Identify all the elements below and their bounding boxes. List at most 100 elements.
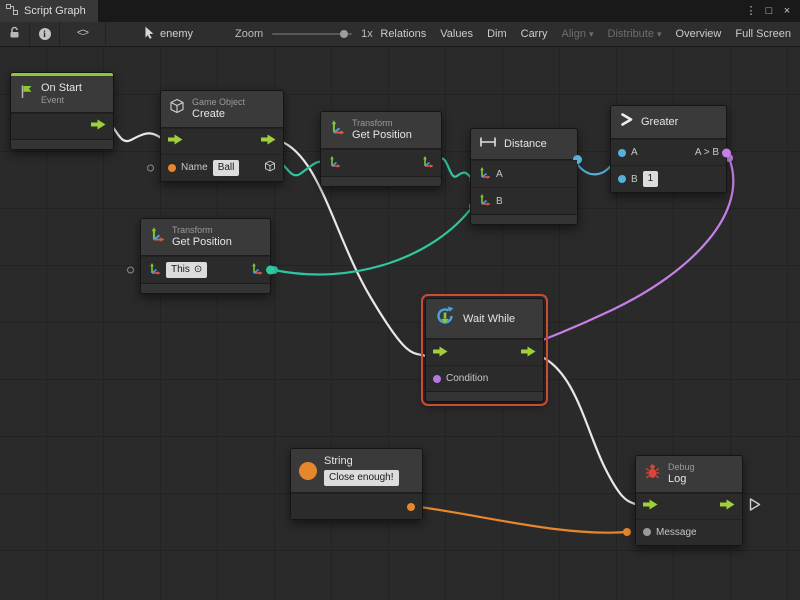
port-label: Name — [181, 162, 208, 173]
control-output-port[interactable] — [261, 134, 276, 148]
b-input-port[interactable] — [618, 175, 626, 183]
node-footer — [426, 391, 543, 401]
node-string-literal[interactable]: String Close enough! — [290, 448, 423, 520]
align-button: Align▾ — [555, 22, 601, 46]
node-header: Distance — [471, 129, 577, 160]
zoom-slider-knob[interactable] — [340, 30, 348, 38]
a-input-port[interactable] — [618, 149, 626, 157]
node-header: TransformGet Position — [321, 112, 441, 149]
graph-toolbar: i <> enemy Zoom 1x Relations Values Dim … — [0, 22, 800, 47]
node-header: On StartEvent — [11, 76, 113, 113]
vector-output-port[interactable] — [421, 155, 434, 171]
port-label: B — [496, 196, 503, 207]
string-value-field[interactable]: Close enough! — [324, 470, 399, 486]
window-title: Script Graph — [24, 5, 86, 17]
distribute-button: Distribute▾ — [601, 22, 669, 46]
wait-while-icon — [434, 305, 456, 332]
title-bar: Script Graph ⋮ □ × — [0, 0, 800, 22]
name-value-field[interactable]: Ball — [213, 160, 240, 176]
dim-button[interactable]: Dim — [480, 22, 514, 46]
node-title: Distance — [504, 138, 547, 150]
distance-icon — [479, 135, 497, 153]
carry-button[interactable]: Carry — [514, 22, 555, 46]
transform-input-port[interactable] — [328, 155, 341, 171]
node-debug-log[interactable]: DebugLog Message — [635, 455, 743, 546]
transform-icon — [329, 119, 345, 140]
node-title: Create — [192, 108, 245, 121]
node-wait-while[interactable]: Wait While Condition — [425, 298, 544, 402]
condition-input-port[interactable] — [433, 375, 441, 383]
node-footer — [141, 283, 270, 293]
graph-name: enemy — [144, 26, 193, 42]
message-input-port[interactable] — [643, 528, 651, 536]
control-input-port[interactable] — [433, 346, 448, 360]
bug-icon — [644, 463, 661, 485]
node-get-position-2[interactable]: TransformGet Position This⊙ — [140, 218, 271, 294]
zoom-slider[interactable] — [272, 33, 352, 35]
output-label: A > B — [695, 147, 719, 158]
window-menu-icon[interactable]: ⋮ — [743, 1, 759, 21]
lock-button[interactable] — [0, 22, 30, 46]
node-distance[interactable]: Distance A B — [470, 128, 578, 225]
transform-input-port[interactable] — [148, 262, 161, 278]
greater-icon — [619, 112, 634, 132]
node-title: Get Position — [352, 129, 412, 142]
control-input-port[interactable] — [168, 134, 183, 148]
node-create-game-object[interactable]: Game ObjectCreate Name Ball — [160, 90, 284, 182]
fullscreen-button[interactable]: Full Screen — [728, 22, 798, 46]
close-icon[interactable]: × — [779, 1, 795, 21]
code-preview-button[interactable]: <> — [60, 22, 106, 46]
node-subtitle: Event — [41, 95, 82, 106]
node-header: DebugLog — [636, 456, 742, 493]
target-value-field[interactable]: This⊙ — [166, 262, 207, 278]
node-header: String Close enough! — [291, 449, 422, 493]
continue-triangle-icon — [749, 498, 761, 515]
control-input-port[interactable] — [643, 499, 658, 513]
node-title: Log — [668, 473, 695, 486]
vector-input-port[interactable] — [478, 193, 491, 209]
info-icon: i — [39, 28, 51, 40]
zoom-control: Zoom 1x — [235, 28, 373, 40]
string-output-port[interactable] — [407, 503, 415, 511]
control-output-port[interactable] — [91, 119, 106, 133]
node-title: On Start — [41, 82, 82, 95]
toolbar-buttons: Relations Values Dim Carry Align▾ Distri… — [373, 22, 800, 46]
unconnected-port-ring — [127, 266, 134, 273]
b-value-field[interactable]: 1 — [643, 171, 659, 187]
result-output-port[interactable] — [722, 148, 731, 157]
overview-button[interactable]: Overview — [669, 22, 729, 46]
node-footer — [471, 214, 577, 224]
relations-button[interactable]: Relations — [373, 22, 433, 46]
transform-icon — [149, 226, 165, 247]
chevron-down-icon: ▾ — [657, 29, 662, 40]
vector-input-port[interactable] — [478, 166, 491, 182]
control-output-port[interactable] — [521, 346, 536, 360]
info-button[interactable]: i — [30, 22, 60, 46]
vector-output-port[interactable] — [250, 262, 263, 278]
gameobject-output-port[interactable] — [264, 160, 276, 175]
node-subtitle: Transform — [352, 118, 412, 129]
node-title: String — [324, 455, 399, 467]
node-get-position-1[interactable]: TransformGet Position — [320, 111, 442, 187]
node-subtitle: Debug — [668, 462, 695, 473]
control-output-port[interactable] — [720, 499, 735, 513]
cursor-icon — [144, 26, 155, 42]
script-graph-tab[interactable]: Script Graph — [0, 0, 98, 22]
vector-output-dot[interactable] — [266, 265, 275, 274]
node-greater[interactable]: Greater A A > B B 1 — [610, 105, 727, 193]
zoom-value: 1x — [361, 28, 373, 40]
object-picker-icon[interactable]: ⊙ — [194, 263, 202, 277]
port-label: Condition — [446, 373, 488, 384]
cube-icon — [169, 98, 185, 119]
name-input-port[interactable] — [168, 164, 176, 172]
unconnected-port-ring — [147, 164, 154, 171]
node-header: Game ObjectCreate — [161, 91, 283, 128]
port-label: Message — [656, 527, 697, 538]
port-label: A — [496, 169, 503, 180]
maximize-icon[interactable]: □ — [761, 1, 777, 21]
node-footer — [321, 176, 441, 186]
node-on-start-event[interactable]: On StartEvent — [10, 72, 114, 150]
values-button[interactable]: Values — [433, 22, 480, 46]
port-label: A — [631, 147, 638, 158]
script-graph-icon — [6, 4, 18, 18]
